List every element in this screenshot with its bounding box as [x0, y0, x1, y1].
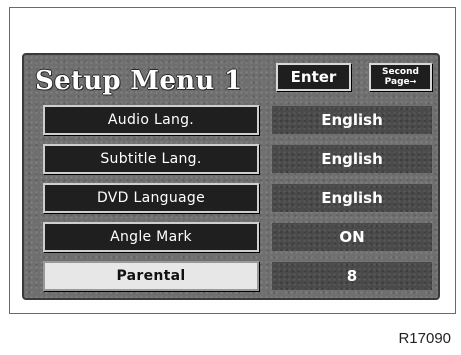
- menu-row-parental: Parental 8: [43, 261, 433, 291]
- audio-lang-value: English: [272, 106, 432, 134]
- page-title: Setup Menu 1: [35, 66, 243, 96]
- audio-lang-button[interactable]: Audio Lang.: [43, 105, 259, 135]
- second-page-label-line1: Second: [382, 66, 419, 77]
- dvd-language-button[interactable]: DVD Language: [43, 183, 259, 213]
- enter-button[interactable]: Enter: [276, 63, 351, 91]
- subtitle-lang-button[interactable]: Subtitle Lang.: [43, 144, 259, 174]
- menu-row-audio-lang: Audio Lang. English: [43, 105, 433, 135]
- angle-mark-button[interactable]: Angle Mark: [43, 222, 259, 252]
- angle-mark-value: ON: [272, 223, 432, 251]
- parental-value: 8: [272, 262, 432, 290]
- menu-row-dvd-language: DVD Language English: [43, 183, 433, 213]
- parental-button[interactable]: Parental: [43, 261, 259, 291]
- arrow-right-icon: →: [409, 76, 417, 86]
- figure-code: R17090: [398, 330, 451, 347]
- second-page-button[interactable]: Second Page→: [369, 63, 432, 91]
- second-page-label-line2: Page: [384, 76, 410, 87]
- second-page-label-line2-wrap: Page→: [385, 77, 417, 87]
- enter-button-label: Enter: [290, 68, 337, 86]
- dvd-language-value: English: [272, 184, 432, 212]
- menu-row-subtitle-lang: Subtitle Lang. English: [43, 144, 433, 174]
- subtitle-lang-value: English: [272, 145, 432, 173]
- setup-menu-screen: Setup Menu 1 Enter Second Page→ Audio La…: [22, 53, 440, 300]
- menu-row-angle-mark: Angle Mark ON: [43, 222, 433, 252]
